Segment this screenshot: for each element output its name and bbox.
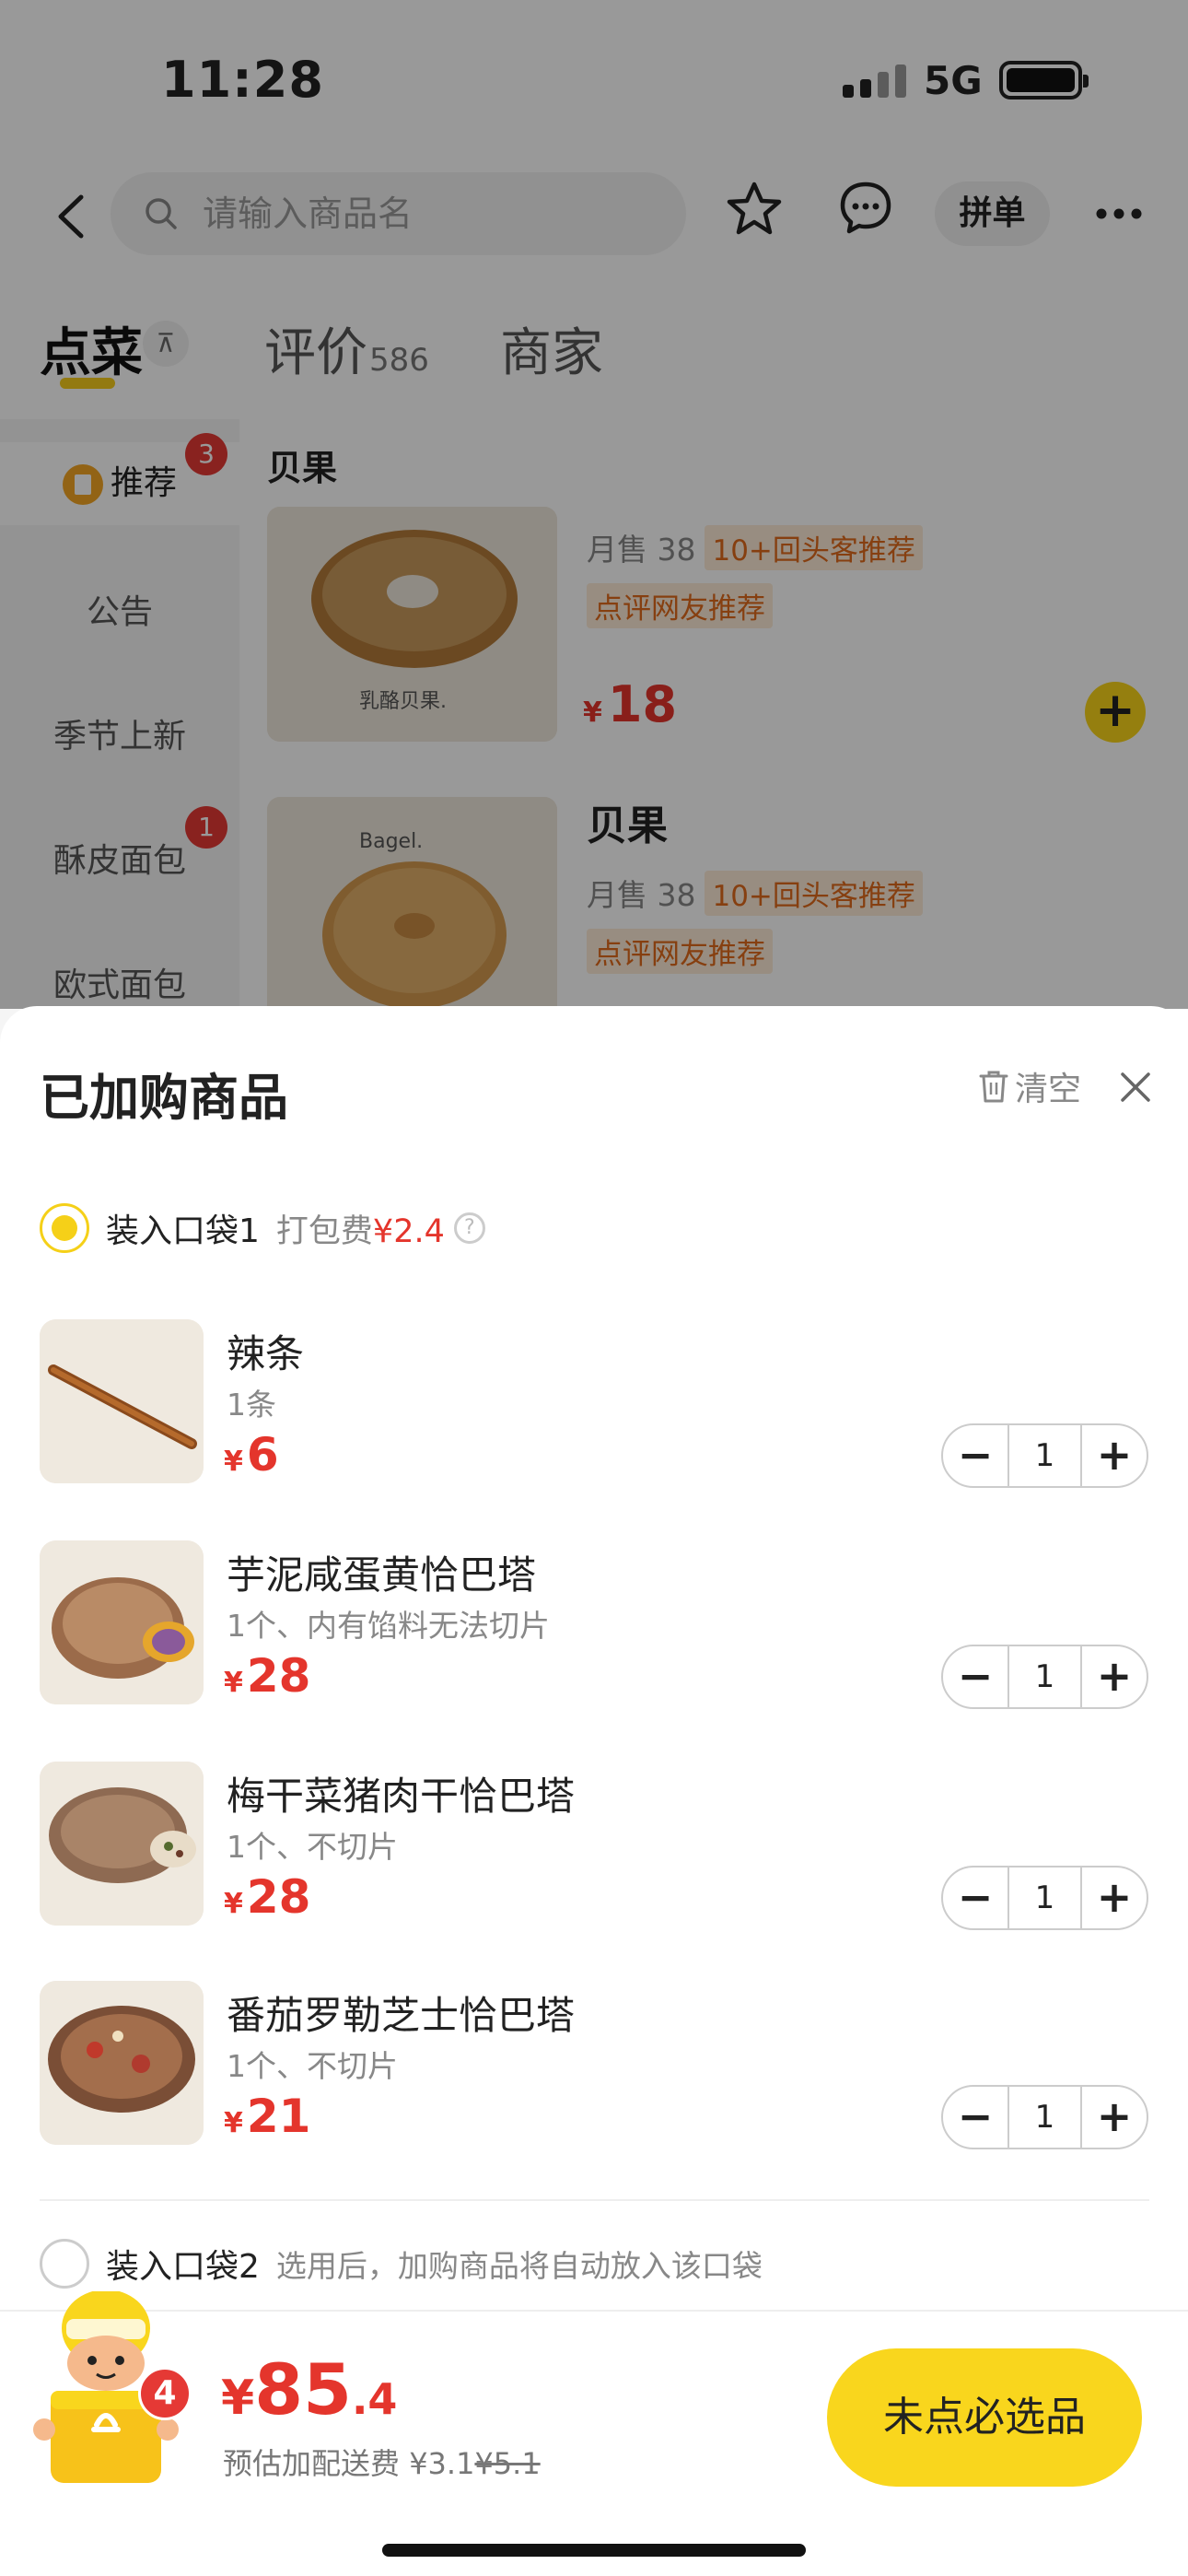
ciabatta-illustration xyxy=(40,1981,204,2145)
increase-button[interactable]: + xyxy=(1082,1425,1147,1486)
quantity-value[interactable]: 1 xyxy=(1007,2087,1082,2148)
original-delivery-fee: ¥5.1 xyxy=(474,2446,541,2481)
total-price: ¥85.4 xyxy=(221,2348,398,2430)
quantity-value[interactable]: 1 xyxy=(1007,1646,1082,1707)
item-price: ¥6 xyxy=(224,1428,279,1481)
packing-fee: 打包费¥2.4 xyxy=(275,1212,445,1250)
item-name: 辣条 xyxy=(227,1331,305,1376)
home-indicator xyxy=(382,2544,806,2557)
cart-item: 芋泥咸蛋黄恰巴塔 1个、内有馅料无法切片 ¥28 − 1 + xyxy=(40,1540,1154,1711)
trash-icon xyxy=(979,1071,1008,1103)
close-icon[interactable] xyxy=(1119,1071,1152,1104)
quantity-value[interactable]: 1 xyxy=(1007,1425,1082,1486)
cart-item: 番茄罗勒芝士恰巴塔 1个、不切片 ¥21 − 1 + xyxy=(40,1981,1154,2151)
help-icon[interactable]: ? xyxy=(453,1212,485,1244)
item-spec: 1条 xyxy=(227,1387,276,1423)
decrease-button[interactable]: − xyxy=(943,1646,1007,1707)
item-spec: 1个、内有馅料无法切片 xyxy=(227,1608,550,1644)
increase-button[interactable]: + xyxy=(1082,2087,1147,2148)
decrease-button[interactable]: − xyxy=(943,2087,1007,2148)
ciabatta-illustration xyxy=(40,1762,204,1926)
bag2-row[interactable]: 装入口袋2 选用后，加购商品将自动放入该口袋 xyxy=(40,2238,763,2289)
bag2-radio[interactable] xyxy=(40,2239,89,2289)
item-image xyxy=(40,1319,204,1483)
quantity-stepper: − 1 + xyxy=(941,2085,1148,2149)
quantity-stepper: − 1 + xyxy=(941,1423,1148,1488)
item-price: ¥28 xyxy=(224,1870,311,1924)
item-name: 芋泥咸蛋黄恰巴塔 xyxy=(227,1552,537,1598)
increase-button[interactable]: + xyxy=(1082,1646,1147,1707)
item-spec: 1个、不切片 xyxy=(227,1829,398,1865)
cart-count-badge: 4 xyxy=(138,2367,192,2420)
submit-button[interactable]: 未点必选品 xyxy=(827,2348,1142,2487)
ciabatta-illustration xyxy=(40,1540,204,1704)
cart-item: 辣条 1条 ¥6 − 1 + xyxy=(40,1319,1154,1490)
item-image xyxy=(40,1981,204,2145)
decrease-button[interactable]: − xyxy=(943,1425,1007,1486)
cart-title: 已加购商品 xyxy=(40,1069,288,1127)
quantity-value[interactable]: 1 xyxy=(1007,1868,1082,1928)
spicy-stick-illustration xyxy=(40,1319,204,1483)
increase-button[interactable]: + xyxy=(1082,1868,1147,1928)
decrease-button[interactable]: − xyxy=(943,1868,1007,1928)
bag2-hint: 选用后，加购商品将自动放入该口袋 xyxy=(275,2248,763,2284)
bag2-label: 装入口袋2 xyxy=(106,2248,260,2286)
bag1-label: 装入口袋1 xyxy=(106,1212,260,1250)
clear-cart-button[interactable]: 清空 xyxy=(978,1063,1081,1109)
item-image xyxy=(40,1540,204,1704)
item-name: 番茄罗勒芝士恰巴塔 xyxy=(227,1993,576,2038)
item-image xyxy=(40,1762,204,1926)
checkout-bar: 4 ¥85.4 预估加配送费 ¥3.1¥5.1 未点必选品 xyxy=(0,2291,1188,2576)
quantity-stepper: − 1 + xyxy=(941,1866,1148,1930)
cart-item: 梅干菜猪肉干恰巴塔 1个、不切片 ¥28 − 1 + xyxy=(40,1762,1154,1932)
divider xyxy=(40,2199,1149,2201)
quantity-stepper: − 1 + xyxy=(941,1645,1148,1709)
bag1-row[interactable]: 装入口袋1 打包费¥2.4 ? xyxy=(40,1202,485,1254)
bag1-radio[interactable] xyxy=(40,1203,89,1253)
delivery-fee: 预估加配送费 ¥3.1¥5.1 xyxy=(223,2446,541,2481)
item-name: 梅干菜猪肉干恰巴塔 xyxy=(227,1774,576,1819)
item-price: ¥21 xyxy=(224,2090,311,2143)
item-price: ¥28 xyxy=(224,1649,311,1703)
item-spec: 1个、不切片 xyxy=(227,2048,398,2084)
modal-overlay[interactable] xyxy=(0,0,1188,1009)
